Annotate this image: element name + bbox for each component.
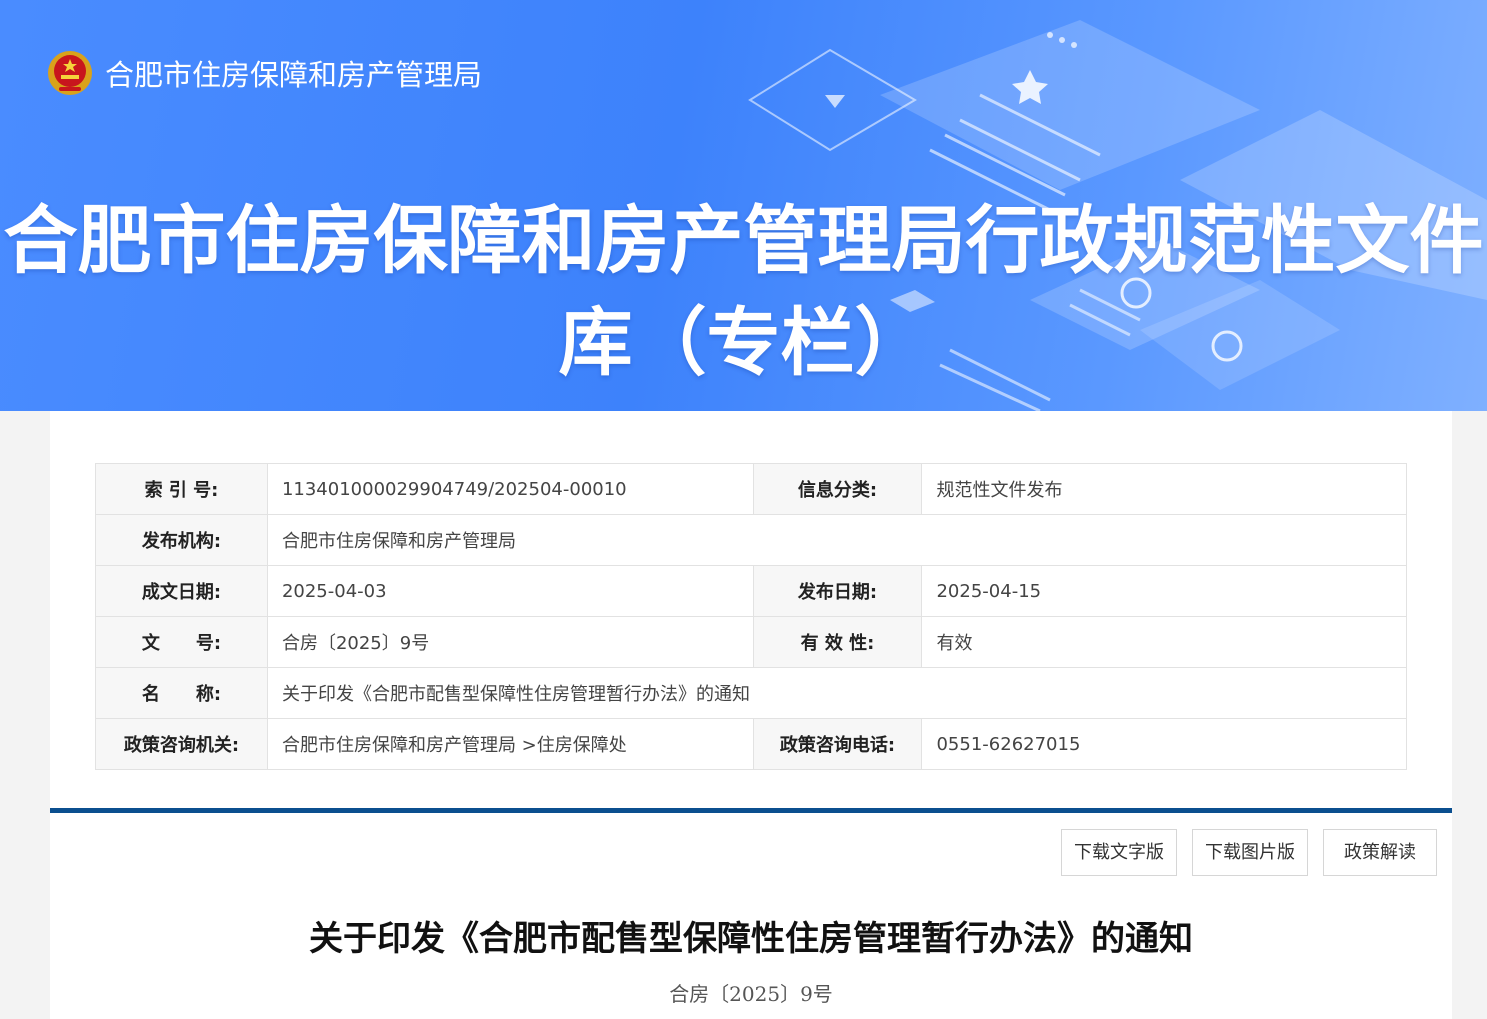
publish-date-label: 发布日期:: [752, 565, 923, 617]
name-value: 关于印发《合肥市配售型保障性住房管理暂行办法》的通知: [266, 667, 1408, 719]
document-title: 关于印发《合肥市配售型保障性住房管理暂行办法》的通知: [309, 919, 1193, 959]
category-value: 规范性文件发布: [921, 463, 1407, 515]
validity-label: 有 效 性:: [752, 616, 923, 668]
table-row: 发布机构: 合肥市住房保障和房产管理局: [95, 514, 1408, 566]
download-text-button[interactable]: 下载文字版: [1061, 829, 1177, 876]
consult-org-label: 政策咨询机关:: [95, 718, 268, 770]
national-emblem-icon: [48, 51, 92, 95]
download-image-button[interactable]: 下载图片版: [1192, 829, 1308, 876]
consult-phone-value: 0551-62627015: [921, 718, 1407, 770]
index-value: 11340100002990​4749/202504-00010: [266, 463, 754, 515]
banner-title: 合肥市住房保障和房产管理局行政规范性文件 库（专栏）: [0, 190, 1487, 394]
content-panel: 索 引 号: 11340100002990​4749/202504-00010 …: [50, 411, 1452, 1019]
table-row: 名 称: 关于印发《合肥市配售型保障性住房管理暂行办法》的通知: [95, 667, 1408, 719]
document-meta-table: 索 引 号: 11340100002990​4749/202504-00010 …: [95, 463, 1408, 770]
doc-no-value: 合房〔2025〕9号: [266, 616, 754, 668]
action-buttons: 下载文字版 下载图片版 政策解读: [1061, 829, 1437, 876]
publish-date-value: 2025-04-15: [921, 565, 1407, 617]
table-row: 政策咨询机关: 合肥市住房保障和房产管理局 >住房保障处 政策咨询电话: 055…: [95, 718, 1407, 770]
site-brand[interactable]: 合肥市住房保障和房产管理局: [47, 50, 482, 96]
header-banner: 合肥市住房保障和房产管理局 合肥市住房保障和房产管理局行政规范性文件 库（专栏）: [0, 0, 1487, 411]
index-label: 索 引 号:: [95, 463, 268, 515]
document-number: 合房〔2025〕9号: [669, 982, 833, 1006]
written-date-label: 成文日期:: [95, 565, 268, 617]
name-label: 名 称:: [95, 667, 268, 719]
consult-phone-label: 政策咨询电话:: [752, 718, 923, 770]
publisher-value: 合肥市住房保障和房产管理局: [266, 514, 1408, 566]
banner-title-line2: 库（专栏）: [558, 300, 929, 386]
doc-no-label: 文 号:: [95, 616, 268, 668]
site-name: 合肥市住房保障和房产管理局: [105, 58, 483, 92]
table-row: 文 号: 合房〔2025〕9号 有 效 性: 有效: [95, 616, 1407, 668]
consult-org-value: 合肥市住房保障和房产管理局 >住房保障处: [266, 718, 754, 770]
table-row: 索 引 号: 11340100002990​4749/202504-00010 …: [95, 463, 1407, 515]
written-date-value: 2025-04-03: [266, 565, 754, 617]
section-divider: [50, 808, 1452, 813]
banner-title-line1: 合肥市住房保障和房产管理局行政规范性文件: [3, 198, 1484, 284]
category-label: 信息分类:: [752, 463, 923, 515]
validity-value: 有效: [921, 616, 1407, 668]
publisher-label: 发布机构:: [95, 514, 268, 566]
table-row: 成文日期: 2025-04-03 发布日期: 2025-04-15: [95, 565, 1407, 617]
policy-interpretation-button[interactable]: 政策解读: [1323, 829, 1437, 876]
